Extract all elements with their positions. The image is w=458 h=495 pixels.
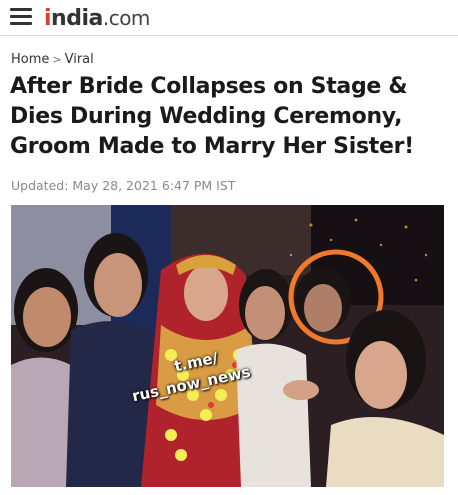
hamburger-icon[interactable] [10, 8, 32, 26]
breadcrumb-separator: > [52, 53, 62, 66]
article-updated-timestamp: Updated: May 28, 2021 6:47 PM IST [11, 178, 236, 193]
breadcrumb: Home > Viral [11, 52, 94, 67]
breadcrumb-home[interactable]: Home [11, 52, 49, 67]
article-headline: After Bride Collapses on Stage & Dies Du… [10, 74, 414, 159]
site-logo[interactable]: india.com [44, 5, 150, 32]
wedding-photo-illustration [11, 205, 444, 487]
article-photo[interactable]: t.me/ rus_now_news [11, 205, 444, 487]
site-header: india.com [0, 0, 458, 36]
breadcrumb-viral[interactable]: Viral [65, 52, 94, 67]
